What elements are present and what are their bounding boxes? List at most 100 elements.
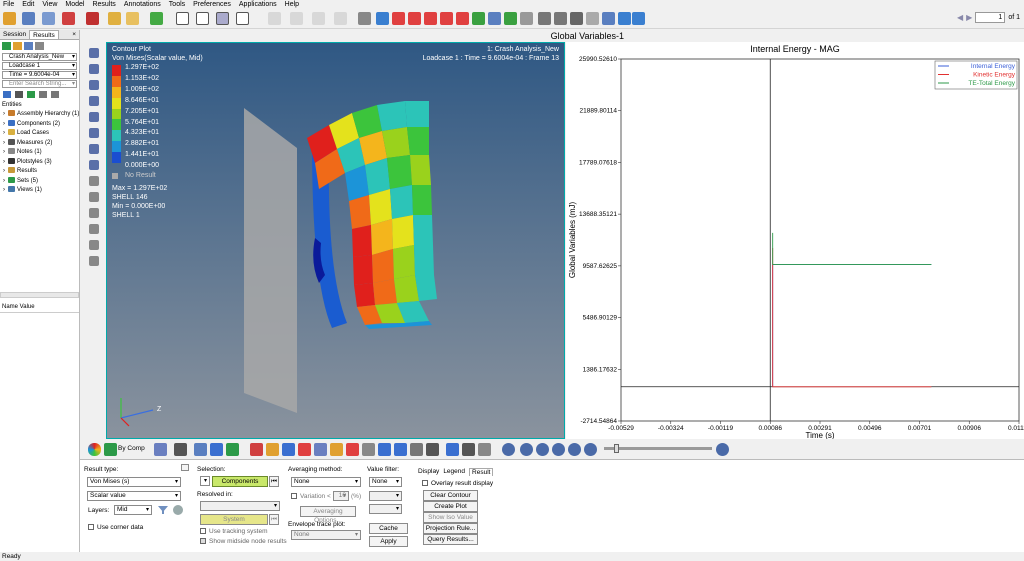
- marker-icon[interactable]: [330, 443, 343, 456]
- axis-yz-icon[interactable]: [408, 12, 421, 25]
- animation-slider[interactable]: [604, 447, 712, 450]
- expand-icon[interactable]: ›: [3, 168, 5, 174]
- probe-icon[interactable]: [410, 443, 423, 456]
- previous-frame-icon[interactable]: [536, 443, 549, 456]
- filter-icon[interactable]: [3, 91, 11, 98]
- new-page-icon[interactable]: [150, 12, 163, 25]
- scalar-select[interactable]: Scalar value: [87, 491, 181, 501]
- pan-icon[interactable]: [570, 12, 583, 25]
- tab-result[interactable]: Result: [469, 468, 494, 476]
- tracking-icon[interactable]: [394, 443, 407, 456]
- tab-results[interactable]: Results: [29, 30, 59, 39]
- menu-annotations[interactable]: Annotations: [124, 0, 161, 9]
- use-corner-check[interactable]: [88, 524, 94, 531]
- view-tool-icon[interactable]: [89, 160, 99, 170]
- flexbody-icon[interactable]: [362, 443, 375, 456]
- menu-file[interactable]: File: [3, 0, 14, 9]
- tab-display[interactable]: Display: [418, 468, 439, 476]
- play-icon[interactable]: [552, 443, 565, 456]
- apply-button[interactable]: Apply: [369, 536, 408, 547]
- tool-icon[interactable]: [154, 443, 167, 456]
- close-icon[interactable]: ×: [69, 30, 79, 39]
- view-tool-icon[interactable]: [89, 80, 99, 90]
- next-page-icon[interactable]: ▶: [966, 13, 972, 22]
- arrows-icon[interactable]: [602, 12, 615, 25]
- measure-icon[interactable]: [89, 176, 99, 186]
- zoom-icon[interactable]: [358, 12, 371, 25]
- time-dropdown[interactable]: Time = 9.6004e-04: [2, 71, 77, 79]
- by-comp-label[interactable]: By Comp: [118, 445, 145, 452]
- isolate-icon[interactable]: [39, 91, 47, 98]
- variation-checkbox[interactable]: Variation <: [291, 493, 331, 500]
- layers-select[interactable]: Mid: [114, 505, 152, 515]
- record-icon[interactable]: [86, 12, 99, 25]
- settings-icon[interactable]: [478, 443, 491, 456]
- averaging-select[interactable]: None: [291, 477, 361, 487]
- menu-tools[interactable]: Tools: [169, 0, 185, 9]
- system-button[interactable]: System: [200, 514, 268, 525]
- view-tool-icon[interactable]: [89, 112, 99, 122]
- clear-contour-button[interactable]: Clear Contour: [423, 490, 478, 501]
- query-results-button[interactable]: Query Results...: [423, 534, 478, 545]
- save-icon[interactable]: [22, 12, 35, 25]
- animation-speed-icon[interactable]: [716, 443, 729, 456]
- tree-item[interactable]: › Sets (5): [0, 176, 79, 187]
- expand-icon[interactable]: ›: [3, 149, 5, 155]
- view-tool-icon[interactable]: [89, 144, 99, 154]
- animation-settings-icon[interactable]: [502, 443, 515, 456]
- projection-rule-button[interactable]: Projection Rule...: [423, 523, 478, 534]
- measure-icon[interactable]: [89, 224, 99, 234]
- section-icon[interactable]: [426, 443, 439, 456]
- horizontal-scrollbar[interactable]: [0, 292, 79, 298]
- create-plot-style-button[interactable]: Create Plot Style...: [423, 501, 478, 519]
- midside-checkbox[interactable]: Show midside node results: [200, 538, 287, 545]
- tab-session[interactable]: Session: [0, 30, 29, 39]
- window-layout-icon[interactable]: [176, 12, 189, 25]
- menu-model[interactable]: Model: [65, 0, 84, 9]
- view-3-icon[interactable]: [520, 12, 533, 25]
- paste-icon[interactable]: [290, 12, 303, 25]
- overlay-check[interactable]: [422, 480, 428, 487]
- measure-icon[interactable]: [89, 256, 99, 266]
- model-dropdown[interactable]: Crash Analysis_New: [2, 53, 77, 61]
- split-window-icon[interactable]: [216, 12, 229, 25]
- tree-item[interactable]: › Notes (1): [0, 148, 79, 158]
- tab-legend[interactable]: Legend: [443, 468, 465, 476]
- tree-item[interactable]: › Components (2): [0, 119, 79, 130]
- axis-left-icon[interactable]: [456, 12, 469, 25]
- overlay-checkbox[interactable]: Overlay result display: [422, 480, 493, 487]
- open-icon[interactable]: [3, 12, 16, 25]
- variation-input[interactable]: 10: [333, 491, 349, 501]
- select-icon[interactable]: [376, 12, 389, 25]
- results-icon-a[interactable]: [2, 42, 11, 50]
- export-icon[interactable]: [62, 12, 75, 25]
- pick-icon[interactable]: [15, 91, 23, 98]
- first-frame-icon[interactable]: [520, 443, 533, 456]
- filter-icon[interactable]: [158, 506, 168, 514]
- duplicate-icon[interactable]: [312, 12, 325, 25]
- fringe-icon[interactable]: [346, 443, 359, 456]
- delete-icon[interactable]: [334, 12, 347, 25]
- query-icon[interactable]: [378, 443, 391, 456]
- expand-icon[interactable]: ›: [3, 111, 5, 117]
- search-input[interactable]: Enter Search String...: [2, 80, 77, 88]
- tree-item[interactable]: › Views (1): [0, 186, 79, 196]
- envelope-select[interactable]: None: [291, 530, 361, 540]
- measure-icon[interactable]: [89, 240, 99, 250]
- menu-view[interactable]: View: [42, 0, 57, 9]
- zoom-box-icon[interactable]: [538, 12, 551, 25]
- view-icon[interactable]: [488, 12, 501, 25]
- session-icon[interactable]: [126, 12, 139, 25]
- tool-icon[interactable]: [226, 443, 239, 456]
- expand-icon[interactable]: ›: [3, 187, 5, 193]
- tracking-check[interactable]: [200, 528, 206, 535]
- expand-icon[interactable]: ›: [3, 121, 5, 127]
- copy-icon[interactable]: [268, 12, 281, 25]
- show-icon[interactable]: [27, 91, 35, 98]
- record-anim-icon[interactable]: [462, 443, 475, 456]
- contour-icon[interactable]: [88, 443, 101, 456]
- midside-check[interactable]: [200, 538, 206, 545]
- view-tool-icon[interactable]: [89, 64, 99, 74]
- result-type-select[interactable]: Von Mises (s): [87, 477, 181, 487]
- rotate-icon[interactable]: [632, 12, 645, 25]
